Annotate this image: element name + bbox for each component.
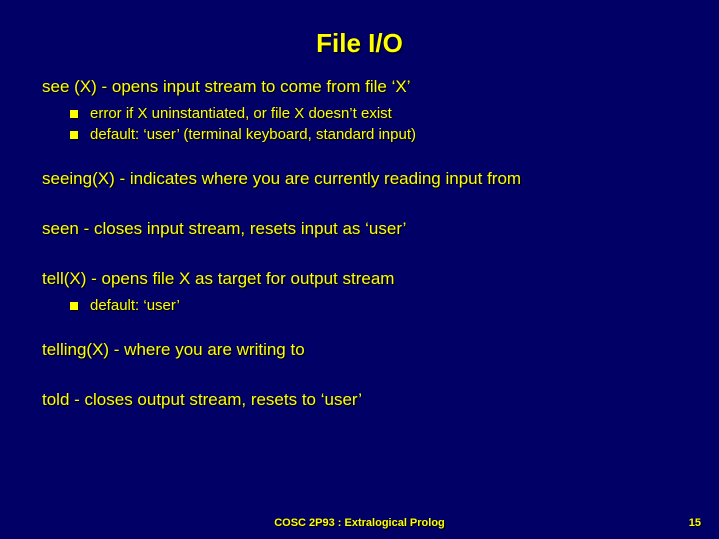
square-bullet-icon — [70, 110, 78, 118]
line-telling: telling(X) - where you are writing to — [42, 340, 681, 360]
sub-see-1-text: error if X uninstantiated, or file X doe… — [90, 105, 392, 122]
square-bullet-icon — [70, 131, 78, 139]
slide-title: File I/O — [0, 0, 719, 77]
footer-text: COSC 2P93 : Extralogical Prolog — [0, 517, 719, 529]
sub-tell-1: default: ‘user’ — [42, 297, 681, 314]
page-number: 15 — [689, 517, 701, 529]
square-bullet-icon — [70, 302, 78, 310]
line-seeing: seeing(X) - indicates where you are curr… — [42, 169, 681, 189]
sub-tell-1-text: default: ‘user’ — [90, 297, 180, 314]
line-seen: seen - closes input stream, resets input… — [42, 219, 681, 239]
slide: File I/O see (X) - opens input stream to… — [0, 0, 719, 539]
line-see: see (X) - opens input stream to come fro… — [42, 77, 681, 97]
sub-see-2: default: ‘user’ (terminal keyboard, stan… — [42, 126, 681, 143]
sub-see-1: error if X uninstantiated, or file X doe… — [42, 105, 681, 122]
line-tell: tell(X) - opens file X as target for out… — [42, 269, 681, 289]
slide-body: see (X) - opens input stream to come fro… — [0, 77, 719, 410]
line-told: told - closes output stream, resets to ‘… — [42, 390, 681, 410]
sub-see-2-text: default: ‘user’ (terminal keyboard, stan… — [90, 126, 416, 143]
